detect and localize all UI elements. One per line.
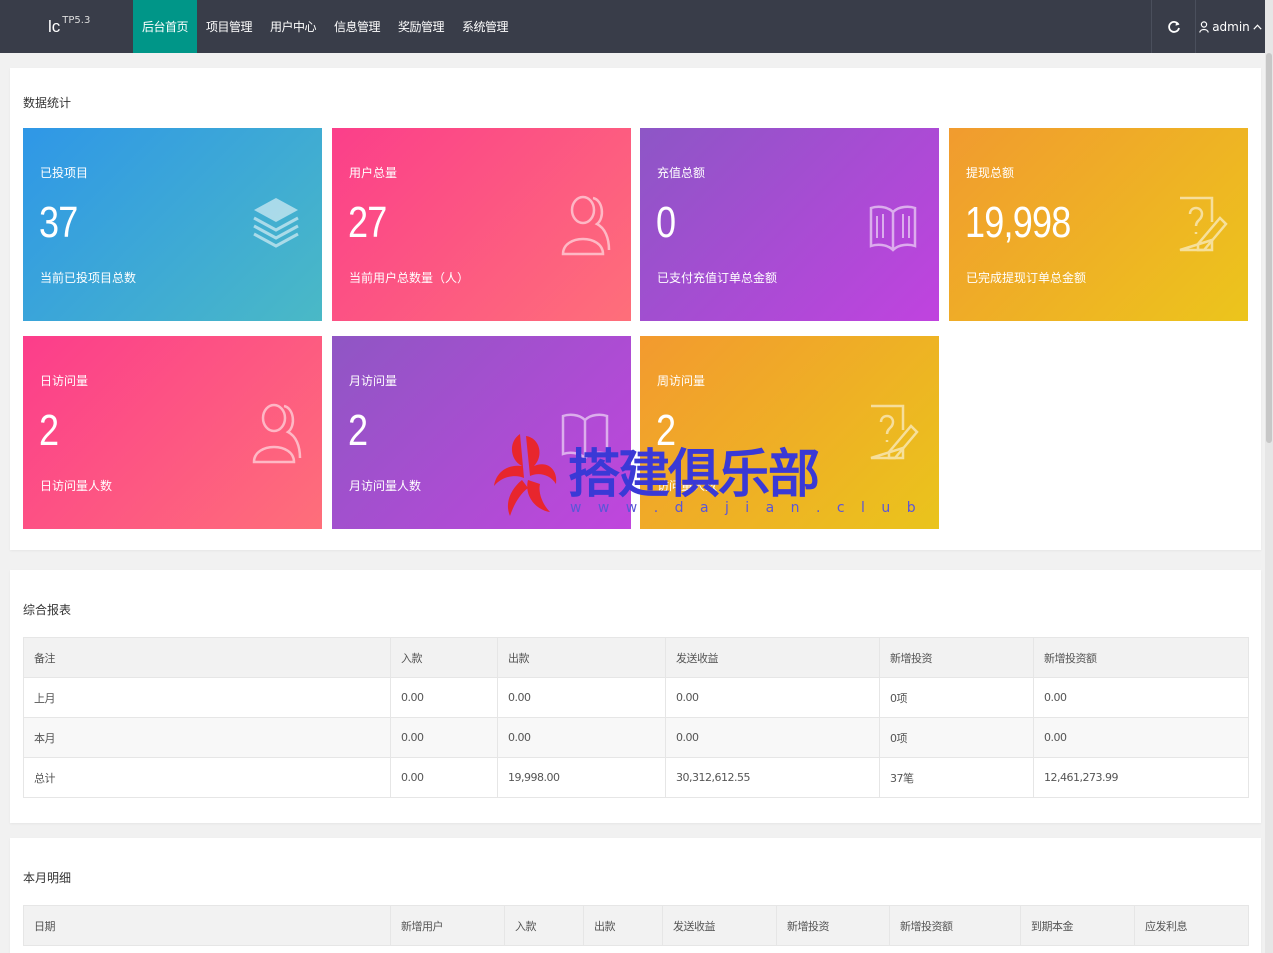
- stat-label: 日访问量: [40, 374, 89, 388]
- user-name: admin: [1212, 19, 1250, 34]
- user-icon: [252, 403, 302, 464]
- stat-value: 2: [348, 406, 368, 455]
- watermark-url: w w w . d a j i a n . c l u b: [570, 500, 922, 516]
- layers-icon: [253, 198, 299, 248]
- table-cell: 0项: [879, 677, 1034, 718]
- column-header: 新增投资: [776, 905, 890, 946]
- table-cell: 上月: [23, 677, 391, 718]
- table-row: 上月 0.00 0.00 0.00 0项 0.00: [23, 677, 1249, 718]
- chevron-up-icon: [1253, 23, 1262, 30]
- page-scrollbar[interactable]: [1265, 0, 1273, 953]
- watermark: 搭建俱乐部 w w w . d a j i a n . c l u b: [490, 426, 916, 522]
- stat-desc: 日访问量人数: [40, 479, 113, 493]
- logo-text: lc: [48, 16, 61, 36]
- monthly-table: 日期 新增用户 入款 出款 发送收益 新增投资 新增投资额 到期本金 应发利息: [23, 905, 1249, 946]
- column-header: 入款: [504, 905, 584, 946]
- book-icon: [869, 205, 917, 252]
- table-cell: 0.00: [1033, 677, 1249, 718]
- user-icon: [561, 195, 611, 256]
- help-doc-icon: [1179, 196, 1228, 252]
- stat-value: 27: [348, 198, 387, 247]
- table-cell: 0.00: [390, 677, 498, 718]
- monthly-panel: 本月明细 日期 新增用户 入款 出款 发送收益 新增投资 新增投资额 到期本金 …: [10, 838, 1261, 953]
- table-cell: 30,312,612.55: [665, 757, 880, 798]
- column-header: 出款: [583, 905, 663, 946]
- report-table: 备注 入款 出款 发送收益 新增投资 新增投资额 上月 0.00 0.00 0.…: [23, 637, 1249, 798]
- nav-item-users[interactable]: 用户中心: [261, 0, 325, 53]
- column-header: 备注: [23, 637, 391, 678]
- table-row: 总计 0.00 19,998.00 30,312,612.55 37笔 12,4…: [23, 757, 1249, 798]
- stat-label: 用户总量: [349, 166, 398, 180]
- top-header: lc TP5.3 后台首页 项目管理 用户中心 信息管理 奖励管理 系统管理 a…: [0, 0, 1273, 53]
- table-cell: 0.00: [390, 717, 498, 758]
- nav-item-rewards[interactable]: 奖励管理: [389, 0, 453, 53]
- table-cell: 本月: [23, 717, 391, 758]
- column-header: 到期本金: [1020, 905, 1135, 946]
- logo-version: TP5.3: [62, 15, 91, 26]
- column-header: 日期: [23, 905, 391, 946]
- logo[interactable]: lc TP5.3: [0, 0, 133, 53]
- stat-value: 2: [39, 406, 59, 455]
- table-cell: 12,461,273.99: [1033, 757, 1249, 798]
- scrollbar-thumb[interactable]: [1266, 53, 1272, 443]
- column-header: 新增用户: [390, 905, 505, 946]
- nav-item-system[interactable]: 系统管理: [453, 0, 517, 53]
- refresh-icon: [1167, 20, 1180, 33]
- stat-desc: 已完成提现订单总金额: [966, 271, 1087, 285]
- stat-label: 充值总额: [657, 166, 706, 180]
- nav-item-projects[interactable]: 项目管理: [197, 0, 261, 53]
- column-header: 新增投资: [879, 637, 1034, 678]
- report-panel: 综合报表 备注 入款 出款 发送收益 新增投资 新增投资额 上月 0.00 0.…: [10, 570, 1261, 823]
- table-cell: 0.00: [497, 677, 666, 718]
- column-header: 应发利息: [1134, 905, 1249, 946]
- column-header: 入款: [390, 637, 498, 678]
- table-cell: 19,998.00: [497, 757, 666, 798]
- table-cell: 0.00: [665, 717, 880, 758]
- column-header: 新增投资额: [889, 905, 1021, 946]
- stat-desc: 当前用户总数量（人）: [349, 271, 470, 285]
- stat-label: 月访问量: [349, 374, 398, 388]
- user-icon: [1199, 20, 1209, 33]
- user-menu[interactable]: admin: [1195, 0, 1265, 53]
- nav-item-info[interactable]: 信息管理: [325, 0, 389, 53]
- table-row: 本月 0.00 0.00 0.00 0项 0.00: [23, 717, 1249, 758]
- column-header: 新增投资额: [1033, 637, 1249, 678]
- stats-title: 数据统计: [23, 96, 72, 110]
- refresh-button[interactable]: [1151, 0, 1195, 53]
- nav-item-home[interactable]: 后台首页: [133, 0, 197, 53]
- table-cell: 0项: [879, 717, 1034, 758]
- table-cell: 0.00: [390, 757, 498, 798]
- column-header: 出款: [497, 637, 666, 678]
- stat-card-projects[interactable]: 已投项目 37 当前已投项目总数: [23, 128, 322, 321]
- table-cell: 0.00: [497, 717, 666, 758]
- monthly-title: 本月明细: [23, 871, 72, 885]
- stat-label: 已投项目: [40, 166, 89, 180]
- stat-desc: 当前已投项目总数: [40, 271, 137, 285]
- report-title: 综合报表: [23, 603, 72, 617]
- stat-card-recharge[interactable]: 充值总额 0 已支付充值订单总金额: [640, 128, 939, 321]
- watermark-logo: [494, 434, 557, 516]
- stat-value: 37: [39, 198, 78, 247]
- header-actions: admin: [1151, 0, 1265, 53]
- stat-desc: 已支付充值订单总金额: [657, 271, 778, 285]
- stat-card-users[interactable]: 用户总量 27 当前用户总数量（人）: [332, 128, 631, 321]
- stat-desc: 月访问量人数: [349, 479, 422, 493]
- main-nav: 后台首页 项目管理 用户中心 信息管理 奖励管理 系统管理: [133, 0, 517, 53]
- stat-card-withdraw[interactable]: 提现总额 19,998 已完成提现订单总金额: [949, 128, 1248, 321]
- help-doc-icon: [870, 404, 919, 460]
- table-header-row: 日期 新增用户 入款 出款 发送收益 新增投资 新增投资额 到期本金 应发利息: [23, 905, 1249, 946]
- table-cell: 37笔: [879, 757, 1034, 798]
- stat-card-daily-visits[interactable]: 日访问量 2 日访问量人数: [23, 336, 322, 529]
- table-header-row: 备注 入款 出款 发送收益 新增投资 新增投资额: [23, 637, 1249, 678]
- table-cell: 0.00: [665, 677, 880, 718]
- watermark-text: 搭建俱乐部: [568, 445, 820, 505]
- table-cell: 0.00: [1033, 717, 1249, 758]
- stat-label: 周访问量: [657, 374, 706, 388]
- stat-value: 19,998: [965, 198, 1071, 247]
- column-header: 发送收益: [665, 637, 880, 678]
- table-cell: 总计: [23, 757, 391, 798]
- stat-value: 0: [656, 198, 676, 247]
- stat-label: 提现总额: [966, 166, 1015, 180]
- column-header: 发送收益: [662, 905, 777, 946]
